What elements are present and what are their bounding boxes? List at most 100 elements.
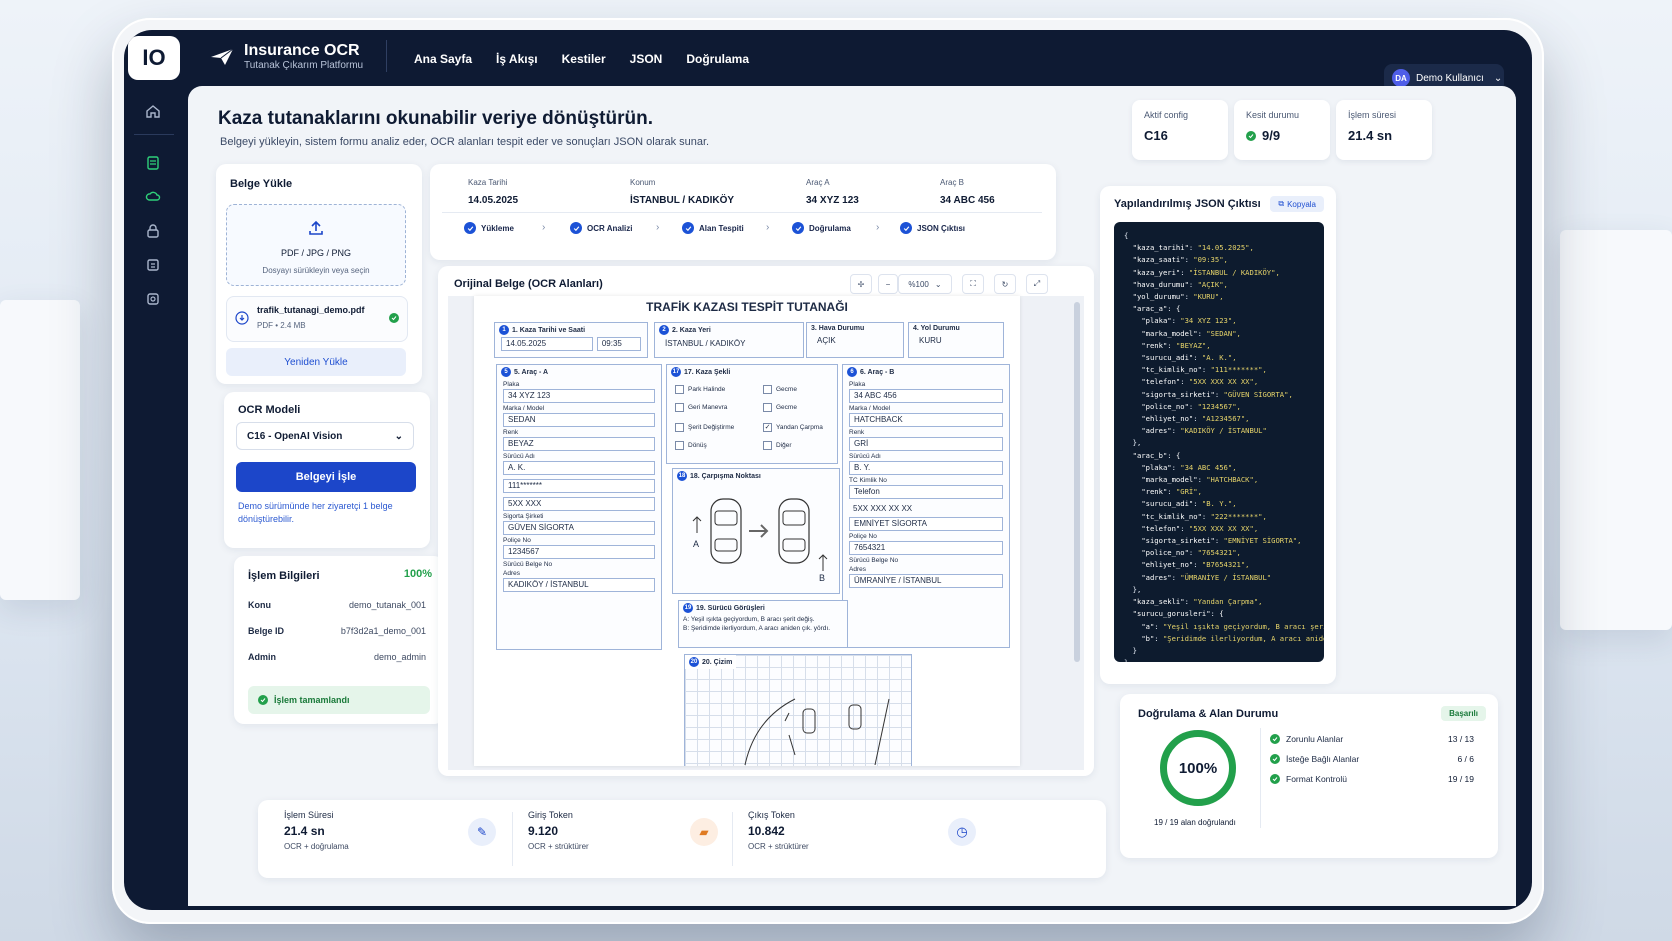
json-line: }, [1124, 584, 1142, 594]
lock-icon[interactable] [144, 222, 162, 240]
fullscreen-button[interactable]: ⤢ [1026, 274, 1048, 294]
field-b-policy: 7654321 [849, 541, 1003, 555]
paper-plane-icon [211, 48, 234, 65]
json-line: "renk": "GRİ", [1141, 487, 1202, 497]
model-selected: C16 - OpenAI Vision [247, 430, 343, 442]
rotate-button[interactable]: ↻ [994, 274, 1016, 294]
zoom-out-button[interactable]: − [878, 274, 898, 294]
json-line: "adres": "ÜMRANİYE / İSTANBUL" [1141, 572, 1272, 582]
validation-row: İsteğe Bağlı Alanlar 6 / 6 [1270, 754, 1474, 764]
dropzone[interactable]: PDF / JPG / PNG Dosyayı sürükleyin veya … [226, 204, 406, 286]
viewer-title: Orijinal Belge (OCR Alanları) [454, 278, 603, 290]
option-lane-change[interactable]: Şerit Değiştirme [675, 423, 734, 432]
field-b-driver: B. Y. [849, 461, 1003, 475]
chevron-right-icon: › [876, 222, 880, 233]
copy-button[interactable]: ⧉ Kopyala [1270, 196, 1324, 212]
step-json[interactable]: JSON Çıktısı [900, 222, 965, 234]
field-b-model: HATCHBACK [849, 413, 1003, 427]
process-button[interactable]: Belgeyi İşle [236, 462, 416, 492]
nav-validation[interactable]: Doğrulama [686, 52, 749, 66]
rotate-icon: ↻ [1001, 279, 1009, 289]
json-line: "police_no": "1234567", [1141, 401, 1241, 411]
info-row: Belge ID b7f3d2a1_demo_001 [248, 626, 426, 636]
clock-icon: ◷ [948, 818, 976, 846]
file-name: trafik_tutanagi_demo.pdf [257, 305, 365, 315]
report-icon[interactable] [144, 256, 162, 274]
field-date: 14.05.2025 [501, 337, 593, 351]
section-weather: 3. Hava Durumu AÇIK [806, 322, 904, 358]
step-ocr[interactable]: OCR Analizi [570, 222, 632, 234]
field-a-policy: 1234567 [503, 545, 655, 559]
json-line: "surucu_adi": "B. Y.", [1141, 499, 1237, 509]
document-scan-icon[interactable] [144, 154, 162, 172]
option-turn[interactable]: Dönüş [675, 441, 707, 450]
json-line: "surucu_adi": "A. K.", [1141, 353, 1237, 363]
option-parked[interactable]: Park Halinde [675, 385, 725, 394]
option-pass[interactable]: Gecme [763, 385, 797, 394]
step-validation[interactable]: Doğrulama [792, 222, 851, 234]
step-fields[interactable]: Alan Tespiti [682, 222, 744, 234]
zoom-select[interactable]: %100 ⌄ [898, 274, 952, 294]
field-a-driver: A. K. [503, 461, 655, 475]
scrollbar[interactable] [1074, 302, 1080, 662]
json-lines: { "kaza_tarihi": "14.05.2025", "kaza_saa… [1114, 222, 1324, 662]
stat-section-status: Kesit durumu 9/9 [1234, 100, 1330, 160]
nav-json[interactable]: JSON [630, 52, 663, 66]
reupload-button[interactable]: Yeniden Yükle [226, 348, 406, 376]
background-block [1560, 230, 1672, 630]
download-icon [235, 311, 249, 325]
move-icon: ✢ [857, 279, 865, 289]
app-logo[interactable]: IO [128, 36, 180, 80]
pan-button[interactable]: ✢ [850, 274, 872, 294]
nav-workflow[interactable]: İş Akışı [496, 52, 538, 66]
option-other[interactable]: Diğer [763, 441, 792, 450]
section-accident-type: 17 17. Kaza Şekli Park Halinde Geri Manev… [666, 364, 838, 464]
option-side-impact[interactable]: ✓ Yandan Çarpma [763, 423, 823, 432]
model-select[interactable]: C16 - OpenAI Vision ⌄ [236, 422, 414, 450]
json-line: "yol_durumu": "KURU", [1132, 292, 1224, 302]
info-row: Admin demo_admin [248, 652, 426, 662]
check-circle-icon [258, 695, 268, 705]
settings-icon[interactable] [144, 290, 162, 308]
uploaded-file[interactable]: trafik_tutanagi_demo.pdf PDF • 2.4 MB [226, 296, 408, 342]
stat-label: Aktif config [1144, 110, 1189, 120]
validation-caption: 19 / 19 alan doğrulandı [1154, 818, 1236, 827]
json-line: "a": "Yeşil ışıkta geçiyordum, B aracı ş… [1141, 621, 1324, 631]
field-a-color: BEYAZ [503, 437, 655, 451]
document-viewer-card: Orijinal Belge (OCR Alanları) ✢ − %100 ⌄ … [438, 266, 1094, 776]
json-output-card: Yapılandırılmış JSON Çıktısı ⧉ Kopyala { … [1100, 186, 1336, 684]
option-reverse[interactable]: Geri Manevra [675, 403, 727, 412]
app-title: Insurance OCR [244, 42, 360, 59]
chevron-down-icon: ⌄ [934, 279, 942, 289]
sketch-drawing-icon [744, 698, 890, 765]
section-road: 4. Yol Durumu KURU [908, 322, 1004, 358]
fit-screen-icon: ⛶ [970, 279, 976, 288]
json-line: }, [1124, 438, 1142, 448]
check-icon [570, 222, 582, 234]
field-a-model: SEDAN [503, 413, 655, 427]
validation-title: Doğrulama & Alan Durumu [1138, 708, 1279, 720]
cloud-upload-icon[interactable] [144, 188, 162, 206]
fit-button[interactable]: ⛶ [962, 274, 984, 294]
step-upload[interactable]: Yükleme [464, 222, 514, 234]
upload-title: Belge Yükle [230, 178, 293, 190]
accident-report-document: TRAFİK KAZASI TESPİT TUTANAĞI 1 1. Kaza T… [474, 296, 1020, 766]
json-line: "sigorta_sirketi": "GÜVEN SİGORTA", [1141, 389, 1293, 399]
meta-vehicle-b: Araç B 34 ABC 456 [940, 178, 995, 206]
model-title: OCR Modeli [238, 404, 301, 416]
expand-icon: ⤢ [1033, 279, 1041, 288]
copy-icon: ⧉ [1278, 199, 1285, 208]
json-line: "surucu_gorusleri": { [1132, 609, 1224, 619]
option-pass-2[interactable]: Gecme [763, 403, 797, 412]
main-nav: Ana Sayfa İş Akışı Kestiler JSON Doğrula… [414, 52, 749, 66]
json-line: "tc_kimlik_no": "111*******", [1141, 365, 1267, 375]
field-location: İSTANBUL / KADIKÖY [665, 339, 746, 348]
json-line: "telefon": "5XX XXX XX XX", [1141, 523, 1259, 533]
validation-card: Doğrulama & Alan Durumu Başarılı 100% 19… [1120, 694, 1498, 858]
statement-b: B: Şeridimde ilerliyordum, A aracı anide… [683, 625, 831, 632]
home-icon[interactable] [144, 102, 162, 120]
field-a-tc: 111******* [503, 479, 655, 493]
nav-home[interactable]: Ana Sayfa [414, 52, 472, 66]
nav-sections[interactable]: Kestiler [562, 52, 606, 66]
upload-hint: Dosyayı sürükleyin veya seçin [262, 266, 370, 275]
